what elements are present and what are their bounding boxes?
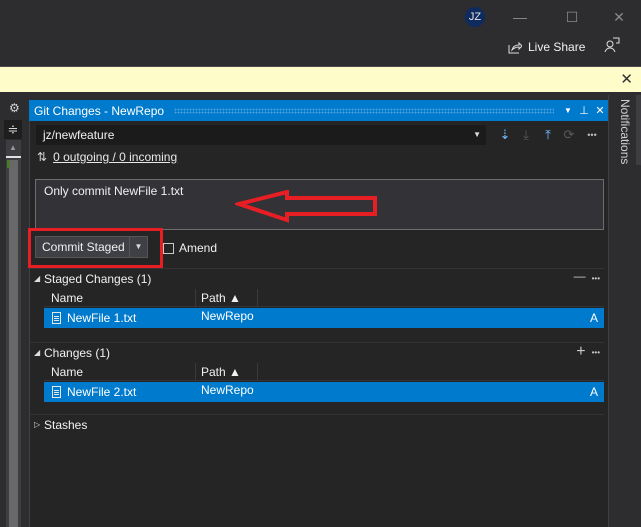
- file-path: NewRepo: [201, 383, 254, 397]
- outgoing-incoming-link[interactable]: 0 outgoing / 0 incoming: [53, 150, 177, 164]
- more-icon[interactable]: •••: [592, 269, 600, 289]
- title-bar: [0, 0, 641, 66]
- fetch-icon[interactable]: ⇣: [497, 127, 513, 143]
- column-path[interactable]: Path ▲: [196, 289, 258, 306]
- table-row[interactable]: NewFile 1.txt NewRepo A: [44, 308, 604, 328]
- expand-triangle-icon[interactable]: ◢: [30, 274, 44, 283]
- scroll-position-marker: [6, 156, 21, 158]
- annotation-arrow: [235, 190, 377, 223]
- staged-changes-header[interactable]: ◢ Staged Changes (1) — •••: [30, 268, 604, 288]
- infobar-close-icon[interactable]: ✕: [620, 70, 633, 88]
- checkbox-box[interactable]: [163, 242, 174, 254]
- more-actions-icon[interactable]: •••: [584, 127, 600, 143]
- amend-label: Amend: [179, 241, 218, 255]
- notifications-label: Notifications: [618, 99, 632, 165]
- collapse-triangle-icon[interactable]: ▷: [30, 420, 44, 429]
- split-editor-icon[interactable]: ≑: [4, 120, 22, 139]
- changes-header[interactable]: ◢ Changes (1) + •••: [30, 342, 604, 362]
- file-name: NewFile 1.txt: [67, 311, 137, 325]
- minimize-button[interactable]: —: [509, 6, 531, 28]
- share-icon: [508, 41, 522, 54]
- changes-title: Changes (1): [44, 345, 111, 360]
- file-status: A: [589, 385, 598, 399]
- info-bar: ✕: [0, 66, 641, 92]
- table-row[interactable]: NewFile 2.txt NewRepo A: [44, 382, 604, 402]
- outgoing-incoming-icon: ⇅: [37, 150, 48, 164]
- close-window-button[interactable]: ✕: [608, 6, 630, 28]
- column-name[interactable]: Name: [44, 363, 196, 380]
- file-name: NewFile 2.txt: [67, 385, 137, 399]
- close-panel-icon[interactable]: ✕: [592, 104, 608, 117]
- feedback-icon[interactable]: [604, 37, 622, 55]
- stage-all-icon[interactable]: +: [576, 343, 585, 363]
- live-share-button[interactable]: Live Share: [508, 38, 585, 56]
- change-marker: [7, 160, 10, 168]
- gear-icon[interactable]: ⚙: [9, 101, 20, 115]
- changes-column-header: Name Path ▲: [44, 363, 604, 381]
- window-position-dropdown-icon[interactable]: ▼: [560, 106, 576, 115]
- editor-scrollbar[interactable]: ▲: [6, 140, 21, 527]
- stashes-header[interactable]: ▷ Stashes: [30, 414, 604, 434]
- notifications-scroll: [636, 95, 641, 165]
- file-path: NewRepo: [201, 309, 254, 323]
- column-name[interactable]: Name: [44, 289, 196, 306]
- chevron-down-icon: ▼: [473, 130, 481, 139]
- branch-selector[interactable]: jz/newfeature ▼: [36, 125, 486, 145]
- live-share-label: Live Share: [528, 40, 586, 54]
- notifications-tab[interactable]: Notifications: [608, 95, 641, 527]
- amend-checkbox[interactable]: Amend: [163, 241, 217, 255]
- sync-status: ⇅ 0 outgoing / 0 incoming: [37, 150, 177, 164]
- scroll-up-icon[interactable]: ▲: [9, 143, 17, 152]
- maximize-button[interactable]: ☐: [561, 6, 583, 28]
- pull-icon[interactable]: ⤓: [518, 127, 534, 143]
- title-grip: [174, 107, 554, 114]
- panel-title-bar[interactable]: Git Changes - NewRepo ▼ ⊥ ✕: [29, 100, 608, 121]
- staged-changes-title: Staged Changes (1): [44, 271, 152, 286]
- branch-name: jz/newfeature: [43, 128, 115, 142]
- file-icon: [52, 386, 61, 398]
- staged-column-header: Name Path ▲: [44, 289, 604, 307]
- file-icon: [52, 312, 61, 324]
- sync-icon[interactable]: ⟳: [561, 127, 577, 143]
- user-avatar[interactable]: JZ: [465, 7, 485, 27]
- unstage-all-icon[interactable]: —: [574, 269, 586, 289]
- pin-icon[interactable]: ⊥: [576, 104, 592, 117]
- expand-triangle-icon[interactable]: ◢: [30, 348, 44, 357]
- column-path[interactable]: Path ▲: [196, 363, 258, 380]
- file-status: A: [589, 311, 598, 325]
- push-icon[interactable]: ⤒: [540, 127, 556, 143]
- annotation-highlight-box: [28, 228, 163, 268]
- more-icon[interactable]: •••: [592, 343, 600, 363]
- panel-title: Git Changes - NewRepo: [34, 103, 165, 118]
- stashes-title: Stashes: [44, 417, 88, 432]
- scrollbar-thumb[interactable]: [9, 160, 18, 527]
